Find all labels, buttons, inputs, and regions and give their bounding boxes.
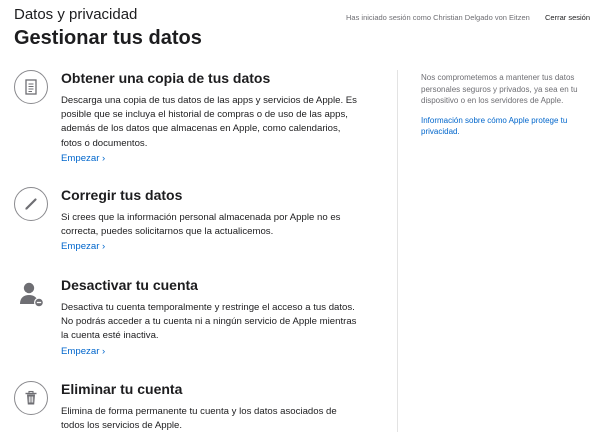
document-icon <box>14 70 48 104</box>
user-minus-icon <box>14 277 48 311</box>
privacy-info-link[interactable]: Información sobre cómo Apple protege tu … <box>421 115 586 138</box>
section-title: Corregir tus datos <box>61 187 183 203</box>
vertical-divider <box>397 70 398 432</box>
start-link[interactable]: Empezar › <box>61 240 105 254</box>
section-description: Descarga una copia de tus datos de las a… <box>61 95 357 149</box>
start-link[interactable]: Empezar › <box>61 152 105 166</box>
signout-link[interactable]: Cerrar sesión <box>545 13 590 22</box>
brand-title: Datos y privacidad <box>14 6 138 23</box>
section-body: Si crees que la información personal alm… <box>61 211 361 255</box>
section-title: Desactivar tu cuenta <box>61 277 198 293</box>
signed-in-text: Has iniciado sesión como Christian Delga… <box>346 13 530 22</box>
section-body: Elimina de forma permanente tu cuenta y … <box>61 405 361 433</box>
start-link[interactable]: Empezar › <box>61 345 105 359</box>
section-description: Si crees que la información personal alm… <box>61 212 341 238</box>
page-title: Gestionar tus datos <box>14 27 202 49</box>
aside-text: Nos comprometemos a mantener tus datos p… <box>421 73 578 105</box>
section-title: Obtener una copia de tus datos <box>61 70 271 86</box>
pencil-icon <box>14 187 48 221</box>
section-body: Descarga una copia de tus datos de las a… <box>61 94 361 166</box>
section-title: Eliminar tu cuenta <box>61 381 183 397</box>
section-description: Desactiva tu cuenta temporalmente y rest… <box>61 302 357 342</box>
section-body: Desactiva tu cuenta temporalmente y rest… <box>61 301 361 359</box>
section-description: Elimina de forma permanente tu cuenta y … <box>61 406 337 432</box>
privacy-aside: Nos comprometemos a mantener tus datos p… <box>421 72 586 138</box>
trash-icon <box>14 381 48 415</box>
